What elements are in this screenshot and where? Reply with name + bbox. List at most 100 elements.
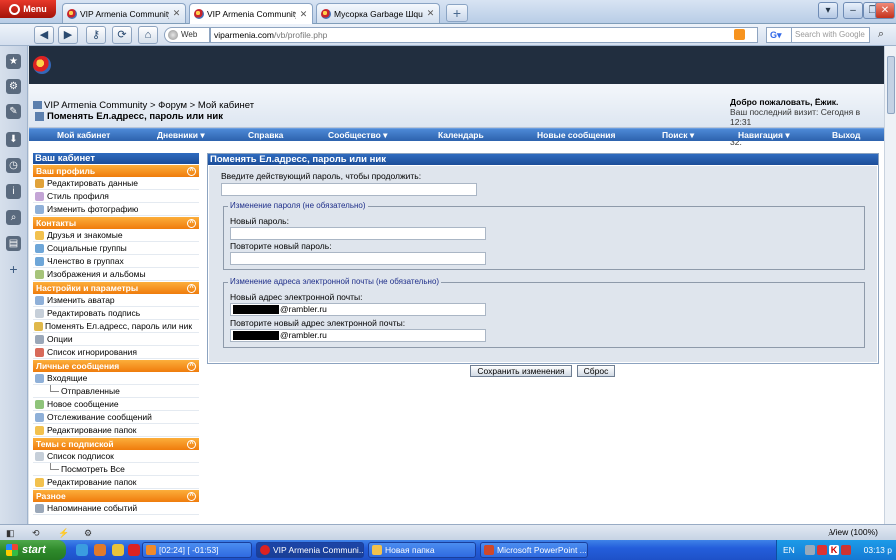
sync-icon[interactable]: ⟲ <box>32 528 43 538</box>
site-info-badge[interactable]: Web <box>164 27 210 43</box>
current-password-input[interactable] <box>221 183 477 196</box>
reset-button[interactable]: Сброс <box>577 365 615 377</box>
site-logo[interactable] <box>33 56 51 74</box>
taskbar-media-player[interactable]: [02:24] [ -01:53] <box>142 542 252 558</box>
settings-icon[interactable]: ⚙ <box>84 528 95 538</box>
clock[interactable]: 03:13 p <box>864 545 892 555</box>
history-icon[interactable]: ◷ <box>6 158 21 173</box>
url-input[interactable]: viparmenia.com/vb/profile.php <box>210 27 758 43</box>
opera-menu-button[interactable]: Menu <box>0 0 56 18</box>
collapse-icon[interactable]: ^ <box>187 362 196 371</box>
sidebar-item-edit-profile[interactable]: Редактировать данные <box>33 177 199 190</box>
sidebar-item-inbox[interactable]: Входящие <box>33 372 199 385</box>
breadcrumb-forum-link[interactable]: Форум <box>158 100 187 111</box>
reload-icon[interactable]: ⟳ <box>112 26 132 44</box>
key-icon[interactable]: ⚷ <box>86 26 106 44</box>
search-engine-selector[interactable]: G▾ <box>766 27 792 43</box>
zoom-level[interactable]: View (100%) <box>830 527 878 537</box>
quicklaunch-ie-icon[interactable] <box>76 544 88 556</box>
bookmarks-icon[interactable]: ★ <box>6 54 21 69</box>
tab-close-icon[interactable]: ✕ <box>426 9 435 18</box>
quicklaunch-desktop-icon[interactable] <box>112 544 124 556</box>
sidebar-item-change-email-password[interactable]: Поменять Ел.адресс, пароль или ник <box>33 320 199 333</box>
sidebar-item-profile-style[interactable]: Стиль профиля <box>33 190 199 203</box>
window-close-button[interactable]: ✕ <box>875 2 895 19</box>
tab-menu-icon[interactable]: ▾ <box>818 2 838 19</box>
nav-my-cabinet[interactable]: Мой кабинет <box>57 130 110 140</box>
taskbar-new-folder[interactable]: Новая папка <box>368 542 476 558</box>
taskbar-opera[interactable]: VIP Armenia Communi... <box>256 542 364 558</box>
nav-calendar[interactable]: Календарь <box>438 130 484 140</box>
kaspersky-icon[interactable]: K <box>829 545 839 555</box>
home-icon[interactable]: ⌂ <box>138 26 158 44</box>
tray-icon-1[interactable] <box>805 545 815 555</box>
info-icon[interactable]: i <box>6 184 21 199</box>
search-input[interactable]: Search with Google <box>792 27 870 43</box>
nav-new-posts[interactable]: Новые сообщения <box>537 130 615 140</box>
tray-icon-3[interactable] <box>841 545 851 555</box>
add-panel-icon[interactable]: + <box>6 262 21 277</box>
breadcrumb-home-icon[interactable] <box>33 101 42 110</box>
sidebar-item-track-messages[interactable]: Отслеживание сообщений <box>33 411 199 424</box>
collapse-icon[interactable]: ^ <box>187 440 196 449</box>
start-button[interactable]: start <box>0 540 66 560</box>
collapse-icon[interactable]: ^ <box>187 219 196 228</box>
save-changes-button[interactable]: Сохранить изменения <box>470 365 572 377</box>
sidebar-section-profile[interactable]: Ваш профиль ^ <box>33 165 199 177</box>
vertical-scrollbar[interactable] <box>884 46 896 524</box>
rss-icon[interactable] <box>734 29 745 40</box>
sidebar-item-sent[interactable]: Отправленные <box>33 385 199 398</box>
new-tab-button[interactable]: + <box>446 4 468 22</box>
panel-toggle-icon[interactable]: ◧ <box>6 528 17 538</box>
sidebar-item-friends[interactable]: Друзья и знакомые <box>33 229 199 242</box>
back-icon[interactable]: ◀ <box>34 26 54 44</box>
collapse-icon[interactable]: ^ <box>187 284 196 293</box>
sidebar-item-edit-folders-subs[interactable]: Редактирование папок <box>33 476 199 489</box>
sidebar-section-private-messages[interactable]: Личные сообщения ^ <box>33 360 199 372</box>
turbo-icon[interactable]: ⚡ <box>58 528 69 538</box>
sidebar-item-options[interactable]: Опции <box>33 333 199 346</box>
nav-help[interactable]: Справка <box>248 130 283 140</box>
tab-close-icon[interactable]: ✕ <box>299 9 308 19</box>
sidebar-item-edit-folders-pm[interactable]: Редактирование папок <box>33 424 199 437</box>
tab-close-icon[interactable]: ✕ <box>172 9 181 18</box>
sidebar-section-contacts[interactable]: Контакты ^ <box>33 217 199 229</box>
sidebar-item-edit-signature[interactable]: Редактировать подпись <box>33 307 199 320</box>
tray-icon-2[interactable] <box>817 545 827 555</box>
search-panel-icon[interactable]: ⌕ <box>6 210 21 225</box>
quicklaunch-opera-icon[interactable] <box>128 544 140 556</box>
sidebar-item-albums[interactable]: Изображения и альбомы <box>33 268 199 281</box>
tab-vip-armenia-1[interactable]: VIP Armenia Community ... ✕ <box>62 3 186 23</box>
repeat-email-input[interactable]: @rambler.ru <box>230 329 486 342</box>
quicklaunch-firefox-icon[interactable] <box>94 544 106 556</box>
minimize-button[interactable]: – <box>843 2 863 19</box>
sidebar-section-misc[interactable]: Разное ^ <box>33 490 199 502</box>
search-icon[interactable]: ⌕ <box>872 27 890 43</box>
sidebar-item-social-groups[interactable]: Социальные группы <box>33 242 199 255</box>
sidebar-item-change-avatar[interactable]: Изменить аватар <box>33 294 199 307</box>
downloads-icon[interactable]: ⬇ <box>6 132 21 147</box>
new-password-input[interactable] <box>230 227 486 240</box>
sidebar-item-subscription-list[interactable]: Список подписок <box>33 450 199 463</box>
breadcrumb-cabinet-link[interactable]: Мой кабинет <box>198 100 254 111</box>
sidebar-item-view-all[interactable]: Посмотреть Все <box>33 463 199 476</box>
sidebar-section-settings[interactable]: Настройки и параметры ^ <box>33 282 199 294</box>
sidebar-item-group-membership[interactable]: Членство в группах <box>33 255 199 268</box>
nav-diaries[interactable]: Дневники ▾ <box>157 130 205 141</box>
sidebar-section-subscriptions[interactable]: Темы с подпиской ^ <box>33 438 199 450</box>
nav-navigation[interactable]: Навигация ▾ <box>738 130 790 141</box>
nav-search[interactable]: Поиск ▾ <box>662 130 694 141</box>
sidebar-item-event-reminders[interactable]: Напоминание событий <box>33 502 199 515</box>
taskbar-powerpoint[interactable]: Microsoft PowerPoint ... <box>480 542 588 558</box>
sidebar-item-change-photo[interactable]: Изменить фотографию <box>33 203 199 216</box>
nav-logout[interactable]: Выход <box>832 130 860 140</box>
windows-icon[interactable]: ▤ <box>6 236 21 251</box>
collapse-icon[interactable]: ^ <box>187 492 196 501</box>
sidebar-item-ignore-list[interactable]: Список игнорирования <box>33 346 199 359</box>
tab-garbage[interactable]: Мусорка Garbage Шquub... ✕ <box>316 3 440 23</box>
collapse-icon[interactable]: ^ <box>187 167 196 176</box>
new-email-input[interactable]: @rambler.ru <box>230 303 486 316</box>
scrollbar-thumb[interactable] <box>887 56 895 114</box>
widgets-icon[interactable]: ⚙ <box>6 79 21 94</box>
language-indicator[interactable]: EN <box>783 545 795 555</box>
